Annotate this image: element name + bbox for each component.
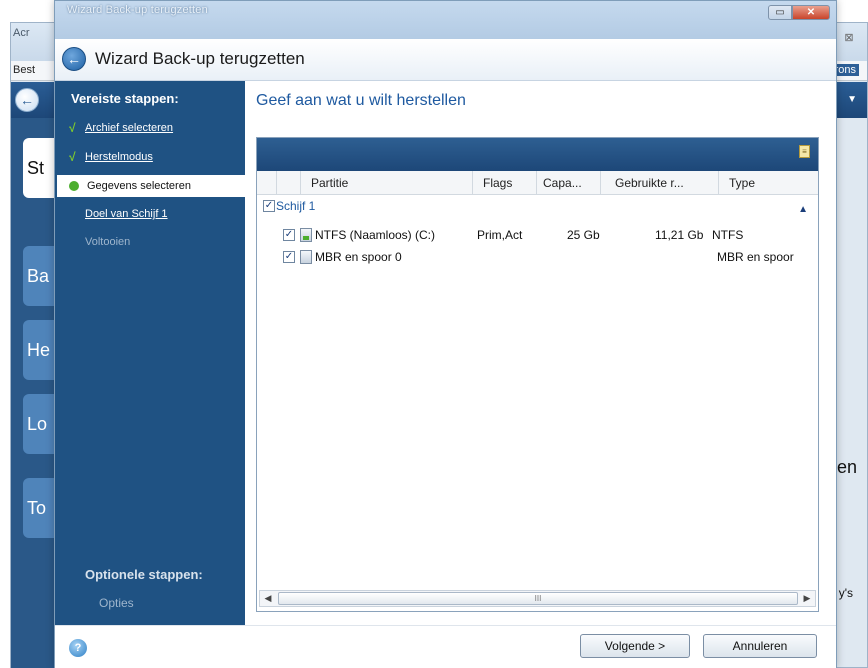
wizard-heading: Wizard Back-up terugzetten: [95, 49, 305, 68]
step-doel-van-schijf[interactable]: Doel van Schijf 1: [55, 203, 245, 225]
cell-type: NTFS: [712, 228, 744, 242]
back-arrow-icon[interactable]: ←: [62, 47, 86, 71]
checkmark-icon: √: [69, 150, 76, 164]
row-checkbox[interactable]: ✓: [283, 229, 295, 241]
optional-steps-header: Optionele stappen:: [85, 567, 203, 582]
cell-flags: Prim,Act: [477, 228, 523, 242]
partition-table: ≡ Partitie Flags Capa... Gebruikte r... …: [256, 137, 819, 612]
step-label: Archief selecteren: [85, 122, 174, 134]
document-icon[interactable]: ≡: [799, 145, 810, 158]
background-dropdown-arrow-icon[interactable]: ▼: [847, 94, 857, 105]
column-spacer: [257, 171, 277, 195]
minimize-icon[interactable]: ▭: [768, 5, 792, 20]
disk-group-label: Schijf 1: [276, 199, 316, 213]
table-column-header: Partitie Flags Capa... Gebruikte r... Ty…: [257, 171, 818, 195]
step-label: Herstelmodus: [85, 151, 153, 163]
column-partitie[interactable]: Partitie: [301, 171, 473, 195]
background-right-small-text: y's: [838, 586, 853, 600]
cancel-button[interactable]: Annuleren: [703, 634, 817, 658]
step-label: Gegevens selecteren: [87, 180, 191, 192]
table-toolbar: ≡: [257, 138, 818, 171]
help-icon[interactable]: ?: [69, 639, 87, 657]
scroll-left-icon[interactable]: ◀: [260, 591, 276, 606]
column-type[interactable]: Type: [719, 171, 820, 195]
column-used[interactable]: Gebruikte r...: [601, 171, 719, 195]
scroll-thumb[interactable]: III: [278, 592, 798, 605]
partition-icon: [300, 228, 312, 242]
step-gegevens-selecteren[interactable]: Gegevens selecteren: [57, 175, 245, 197]
column-capacity[interactable]: Capa...: [537, 171, 601, 195]
scroll-right-icon[interactable]: ▶: [799, 591, 815, 606]
step-voltooien: Voltooien: [55, 231, 245, 253]
step-opties[interactable]: Opties: [99, 596, 134, 610]
horizontal-scrollbar[interactable]: ◀ III ▶: [259, 590, 816, 607]
cell-partition: MBR en spoor 0: [315, 250, 402, 264]
content-heading: Geef aan wat u wilt herstellen: [256, 92, 466, 109]
window-controls: ▭ ✕: [768, 5, 830, 20]
column-spacer: [277, 171, 301, 195]
next-button[interactable]: Volgende >: [580, 634, 690, 658]
table-row[interactable]: ✓ NTFS (Naamloos) (C:) Prim,Act 25 Gb 11…: [257, 225, 818, 245]
current-step-arrow-icon: [69, 181, 79, 191]
close-icon[interactable]: ✕: [792, 5, 830, 20]
wizard-dialog: Wizard Back-up terugzetten ▭ ✕ ← Wizard B…: [54, 0, 837, 668]
wizard-header: ← Wizard Back-up terugzetten: [55, 39, 836, 81]
background-close-icon[interactable]: ⊠: [841, 31, 857, 45]
background-title-text: Acr: [13, 27, 30, 39]
step-herstelmodus[interactable]: √ Herstelmodus: [55, 146, 245, 168]
wizard-window-title: Wizard Back-up terugzetten: [67, 4, 208, 16]
step-label: Voltooien: [85, 236, 131, 248]
step-label: Doel van Schijf 1: [85, 208, 168, 220]
cell-capacity: 25 Gb: [567, 228, 600, 242]
cell-type: MBR en spoor: [717, 250, 794, 264]
required-steps-header: Vereiste stappen:: [71, 91, 179, 106]
disk-group-row[interactable]: ✓ Schijf 1 ▲: [257, 196, 818, 216]
step-archief-selecteren[interactable]: √ Archief selecteren: [55, 117, 245, 139]
wizard-title-bar: Wizard Back-up terugzetten ▭ ✕: [55, 1, 836, 39]
wizard-footer: ? Volgende > Annuleren: [55, 625, 836, 668]
cell-used: 11,21 Gb: [655, 228, 704, 242]
row-checkbox[interactable]: ✓: [283, 251, 295, 263]
checkmark-icon: √: [69, 121, 76, 135]
cell-partition: NTFS (Naamloos) (C:): [315, 228, 436, 242]
table-row[interactable]: ✓ MBR en spoor 0 MBR en spoor: [257, 247, 818, 267]
collapse-chevron-icon[interactable]: ▲: [798, 200, 808, 220]
column-flags[interactable]: Flags: [473, 171, 537, 195]
wizard-steps-panel: Vereiste stappen: √ Archief selecteren √…: [55, 81, 245, 625]
background-menu-item[interactable]: Best: [13, 64, 35, 76]
track-icon: [300, 250, 312, 264]
background-back-arrow-icon[interactable]: ←: [15, 88, 39, 112]
disk-group-checkbox[interactable]: ✓: [263, 200, 275, 212]
